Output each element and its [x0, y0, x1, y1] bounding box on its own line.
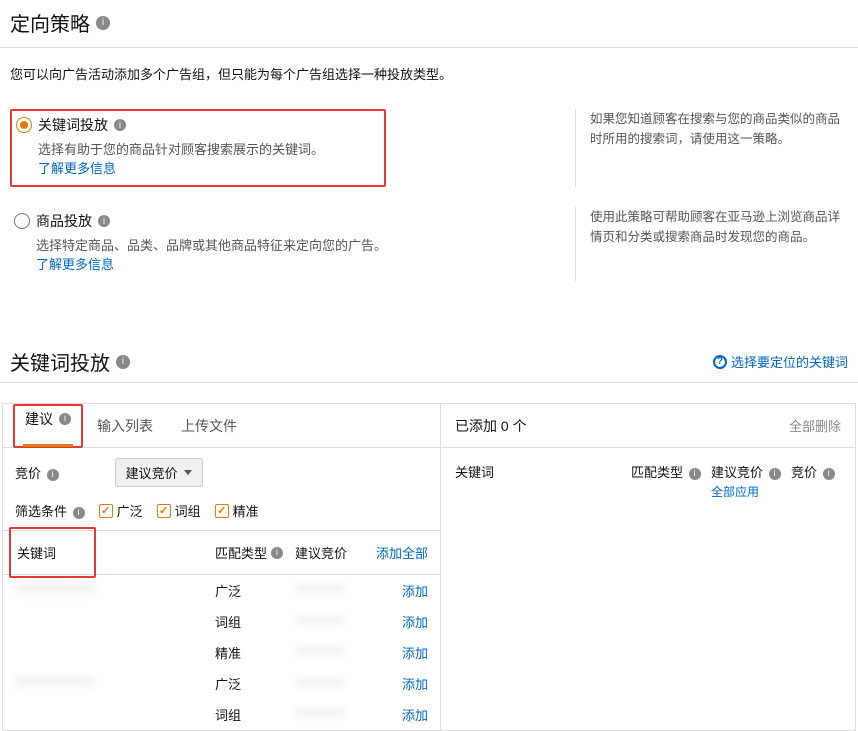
targeting-option-product: 商品投放 i 选择特定商品、品类、品牌或其他商品特征来定向您的广告。 了解更多信… [10, 197, 848, 291]
apply-all-link[interactable]: 全部应用 [711, 483, 791, 500]
cb-label: 精准 [233, 501, 259, 520]
option-title: 商品投放 [36, 211, 92, 231]
radio-keyword[interactable] [16, 117, 32, 133]
col-keyword: 关键词 [17, 546, 56, 561]
bid-cell-blurred [295, 678, 345, 690]
bid-label-text: 竞价 [15, 466, 41, 481]
info-icon[interactable]: i [271, 547, 283, 559]
cb-label: 词组 [175, 501, 201, 520]
option-title: 关键词投放 [38, 115, 108, 135]
keyword-section: 关键词投放 i ? 选择要定位的关键词 建议 i 输入列表 上传文件 [0, 341, 858, 731]
highlight-box: 关键词 [9, 527, 96, 578]
bid-row: 竞价 i 建议竞价 [3, 448, 440, 497]
info-icon[interactable]: i [769, 468, 781, 480]
filter-row: 筛选条件 i 广泛 词组 精准 [3, 497, 440, 530]
checkbox-icon [215, 504, 229, 518]
select-keywords-link[interactable]: ? 选择要定位的关键词 [713, 352, 848, 371]
highlight-box: 建议 i [13, 404, 83, 448]
filter-label-text: 筛选条件 [15, 504, 67, 519]
add-link[interactable]: 添加 [402, 708, 428, 723]
col-suggested-bid: 建议竞价 [711, 465, 763, 480]
info-icon[interactable]: i [96, 16, 110, 30]
info-icon[interactable]: i [114, 119, 126, 131]
option-desc: 选择有助于您的商品针对顾客搜索展示的关键词。 [38, 139, 324, 158]
title-text: 定向策略 [10, 8, 90, 37]
learn-more-link[interactable]: 了解更多信息 [36, 254, 387, 273]
info-icon[interactable]: i [47, 469, 59, 481]
tab-upload-file[interactable]: 上传文件 [167, 416, 251, 436]
col-suggested-bid: 建议竞价 [295, 543, 347, 562]
bid-dropdown[interactable]: 建议竞价 [115, 458, 203, 487]
table-row: 词组 添加 [3, 699, 440, 730]
intro-text: 您可以向广告活动添加多个广告组，但只能为每个广告组选择一种投放类型。 [0, 48, 858, 91]
col-keyword: 关键词 [455, 462, 631, 500]
tabs: 建议 i 输入列表 上传文件 [3, 404, 440, 448]
info-icon[interactable]: i [823, 468, 835, 480]
info-icon[interactable]: i [689, 468, 701, 480]
table-header: 关键词 匹配类型 i 建议竞价 添加全部 [3, 530, 440, 575]
keyword-section-title: 关键词投放 i [10, 347, 713, 376]
match-cell: 词组 [215, 612, 295, 631]
filter-label: 筛选条件 i [15, 501, 85, 520]
tab-input-list[interactable]: 输入列表 [83, 416, 167, 436]
add-link[interactable]: 添加 [402, 584, 428, 599]
option-desc: 选择特定商品、品类、品牌或其他商品特征来定向您的广告。 [36, 235, 387, 254]
bid-cell-blurred [295, 709, 345, 721]
bid-cell-blurred [295, 647, 345, 659]
match-cell: 词组 [215, 705, 295, 724]
info-icon[interactable]: i [98, 215, 110, 227]
option-right-desc: 如果您知道顾客在搜索与您的商品类似的商品时所用的搜索词，请使用这一策略。 [575, 109, 848, 187]
checkbox-phrase[interactable]: 词组 [157, 501, 201, 520]
keyword-body: 建议 i 输入列表 上传文件 竞价 i 建议竞价 [2, 403, 856, 731]
right-columns: 关键词 匹配类型 i 建议竞价 i 全部应用 竞价 i [441, 448, 855, 514]
table-row: 词组 添加 [3, 606, 440, 637]
match-cell: 广泛 [215, 674, 295, 693]
checkbox-icon [157, 504, 171, 518]
dropdown-value: 建议竞价 [126, 463, 178, 482]
select-link-text: 选择要定位的关键词 [731, 352, 848, 371]
table-body: 广泛 添加 词组 添加 精准 添加 广泛 [3, 575, 440, 730]
delete-all-link[interactable]: 全部删除 [789, 416, 841, 435]
learn-more-link[interactable]: 了解更多信息 [38, 158, 324, 177]
info-icon[interactable]: i [73, 507, 85, 519]
checkbox-icon [99, 504, 113, 518]
section-targeting-strategy-title: 定向策略 i [0, 0, 858, 47]
option-content: 商品投放 i 选择特定商品、品类、品牌或其他商品特征来定向您的广告。 了解更多信… [36, 211, 387, 273]
targeting-option-keyword: 关键词投放 i 选择有助于您的商品针对顾客搜索展示的关键词。 了解更多信息 如果… [10, 99, 848, 197]
question-icon: ? [713, 355, 727, 369]
info-icon[interactable]: i [116, 355, 130, 369]
col-bid: 竞价 [791, 465, 817, 480]
match-cell: 精准 [215, 643, 295, 662]
radio-product[interactable] [14, 213, 30, 229]
chevron-down-icon [184, 470, 192, 475]
tab-label: 建议 [25, 409, 53, 429]
add-all-link[interactable]: 添加全部 [376, 546, 428, 561]
add-link[interactable]: 添加 [402, 677, 428, 692]
col-match: 匹配类型 [631, 465, 683, 480]
tab-suggestions[interactable]: 建议 i [23, 403, 73, 447]
bid-cell-blurred [295, 616, 345, 628]
checkbox-broad[interactable]: 广泛 [99, 501, 143, 520]
table-row: 精准 添加 [3, 637, 440, 668]
option-content: 关键词投放 i 选择有助于您的商品针对顾客搜索展示的关键词。 了解更多信息 [38, 115, 324, 177]
added-count: 已添加 0 个 [455, 416, 527, 436]
checkbox-exact[interactable]: 精准 [215, 501, 259, 520]
title-text: 关键词投放 [10, 347, 110, 376]
option-right-desc: 使用此策略可帮助顾客在亚马逊上浏览商品详情页和分类或搜索商品时发现您的商品。 [575, 207, 848, 281]
add-link[interactable]: 添加 [402, 615, 428, 630]
divider [0, 382, 858, 383]
keyword-left-panel: 建议 i 输入列表 上传文件 竞价 i 建议竞价 [3, 404, 441, 730]
keyword-cell-blurred [15, 677, 95, 691]
targeting-options: 关键词投放 i 选择有助于您的商品针对顾客搜索展示的关键词。 了解更多信息 如果… [0, 91, 858, 301]
info-icon[interactable]: i [59, 413, 71, 425]
table-row: 广泛 添加 [3, 668, 440, 699]
bid-label: 竞价 i [15, 463, 59, 482]
keyword-right-panel: 已添加 0 个 全部删除 关键词 匹配类型 i 建议竞价 i 全 [441, 404, 855, 730]
cb-label: 广泛 [117, 501, 143, 520]
add-link[interactable]: 添加 [402, 646, 428, 661]
right-header: 已添加 0 个 全部删除 [441, 404, 855, 448]
col-match: 匹配类型 [215, 543, 267, 562]
